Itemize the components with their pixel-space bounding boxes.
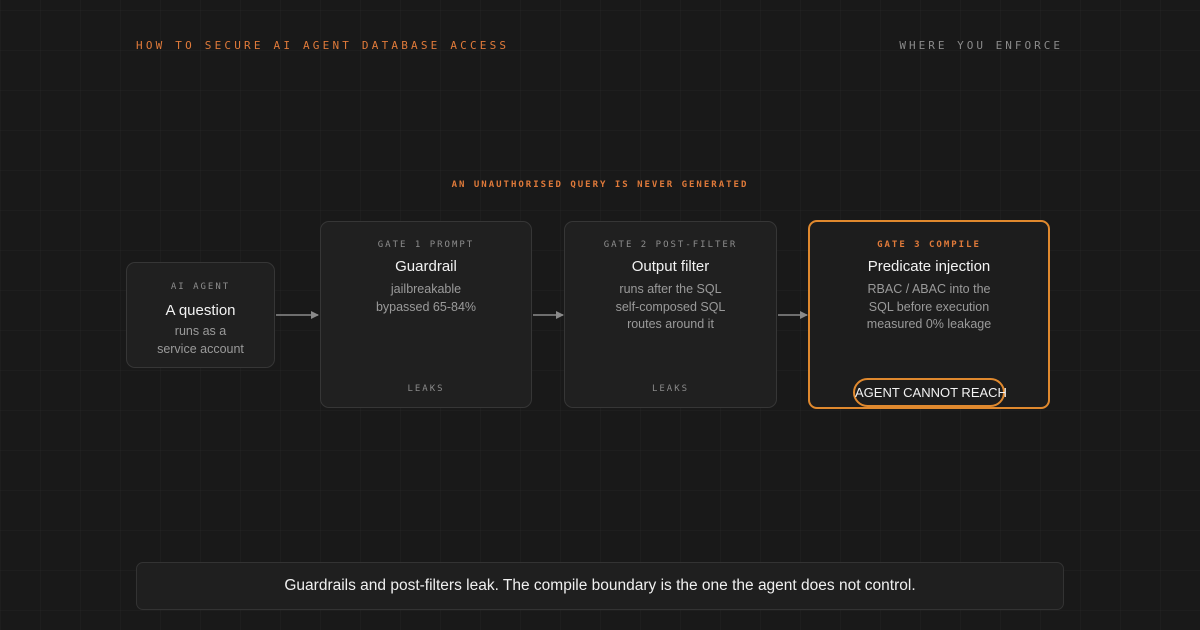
leaks-label: LEAKS bbox=[407, 384, 445, 394]
desc-line: runs as a bbox=[174, 324, 227, 338]
node-kicker: GATE 2 POST-FILTER bbox=[603, 240, 738, 250]
desc-line: service account bbox=[157, 341, 244, 356]
node-kicker: AI AGENT bbox=[170, 282, 231, 292]
desc-line: self-composed SQL bbox=[615, 299, 726, 314]
agent-cannot-reach-badge: AGENT CANNOT REACH bbox=[853, 378, 1007, 407]
node-title: A question bbox=[165, 302, 236, 319]
node-title: Guardrail bbox=[395, 258, 457, 275]
node-description: runs after the SQL self-composed SQL rou… bbox=[565, 281, 776, 334]
summary-banner: Guardrails and post-filters leak. The co… bbox=[136, 562, 1064, 610]
ai-agent-node: AI AGENT A question runs as a service ac… bbox=[126, 262, 275, 368]
badge-container: AGENT CANNOT REACH bbox=[810, 375, 1048, 407]
leaks-label: LEAKS bbox=[651, 384, 690, 394]
desc-line: RBAC / ABAC into the bbox=[867, 282, 991, 296]
gate-2-post-filter-node: GATE 2 POST-FILTER Output filter runs af… bbox=[564, 221, 777, 408]
desc-line: runs after the SQL bbox=[619, 282, 722, 296]
gate-1-prompt-node: GATE 1 PROMPT Guardrail jailbreakable by… bbox=[320, 221, 532, 408]
gate-3-compile-node: GATE 3 COMPILE Predicate injection RBAC … bbox=[808, 220, 1050, 409]
desc-line: measured 0% leakage bbox=[866, 317, 992, 331]
desc-line: SQL before execution bbox=[868, 299, 990, 314]
node-kicker: GATE 3 COMPILE bbox=[877, 240, 981, 250]
node-description: runs as a service account bbox=[127, 323, 274, 358]
desc-line: jailbreakable bbox=[390, 282, 462, 296]
desc-line: routes around it bbox=[627, 317, 714, 331]
node-kicker: GATE 1 PROMPT bbox=[377, 240, 475, 250]
node-title: Output filter bbox=[631, 258, 710, 275]
desc-line: bypassed 65-84% bbox=[375, 299, 477, 314]
node-description: RBAC / ABAC into the SQL before executio… bbox=[810, 281, 1048, 334]
node-title: Predicate injection bbox=[867, 258, 991, 275]
node-description: jailbreakable bypassed 65-84% bbox=[321, 281, 531, 316]
